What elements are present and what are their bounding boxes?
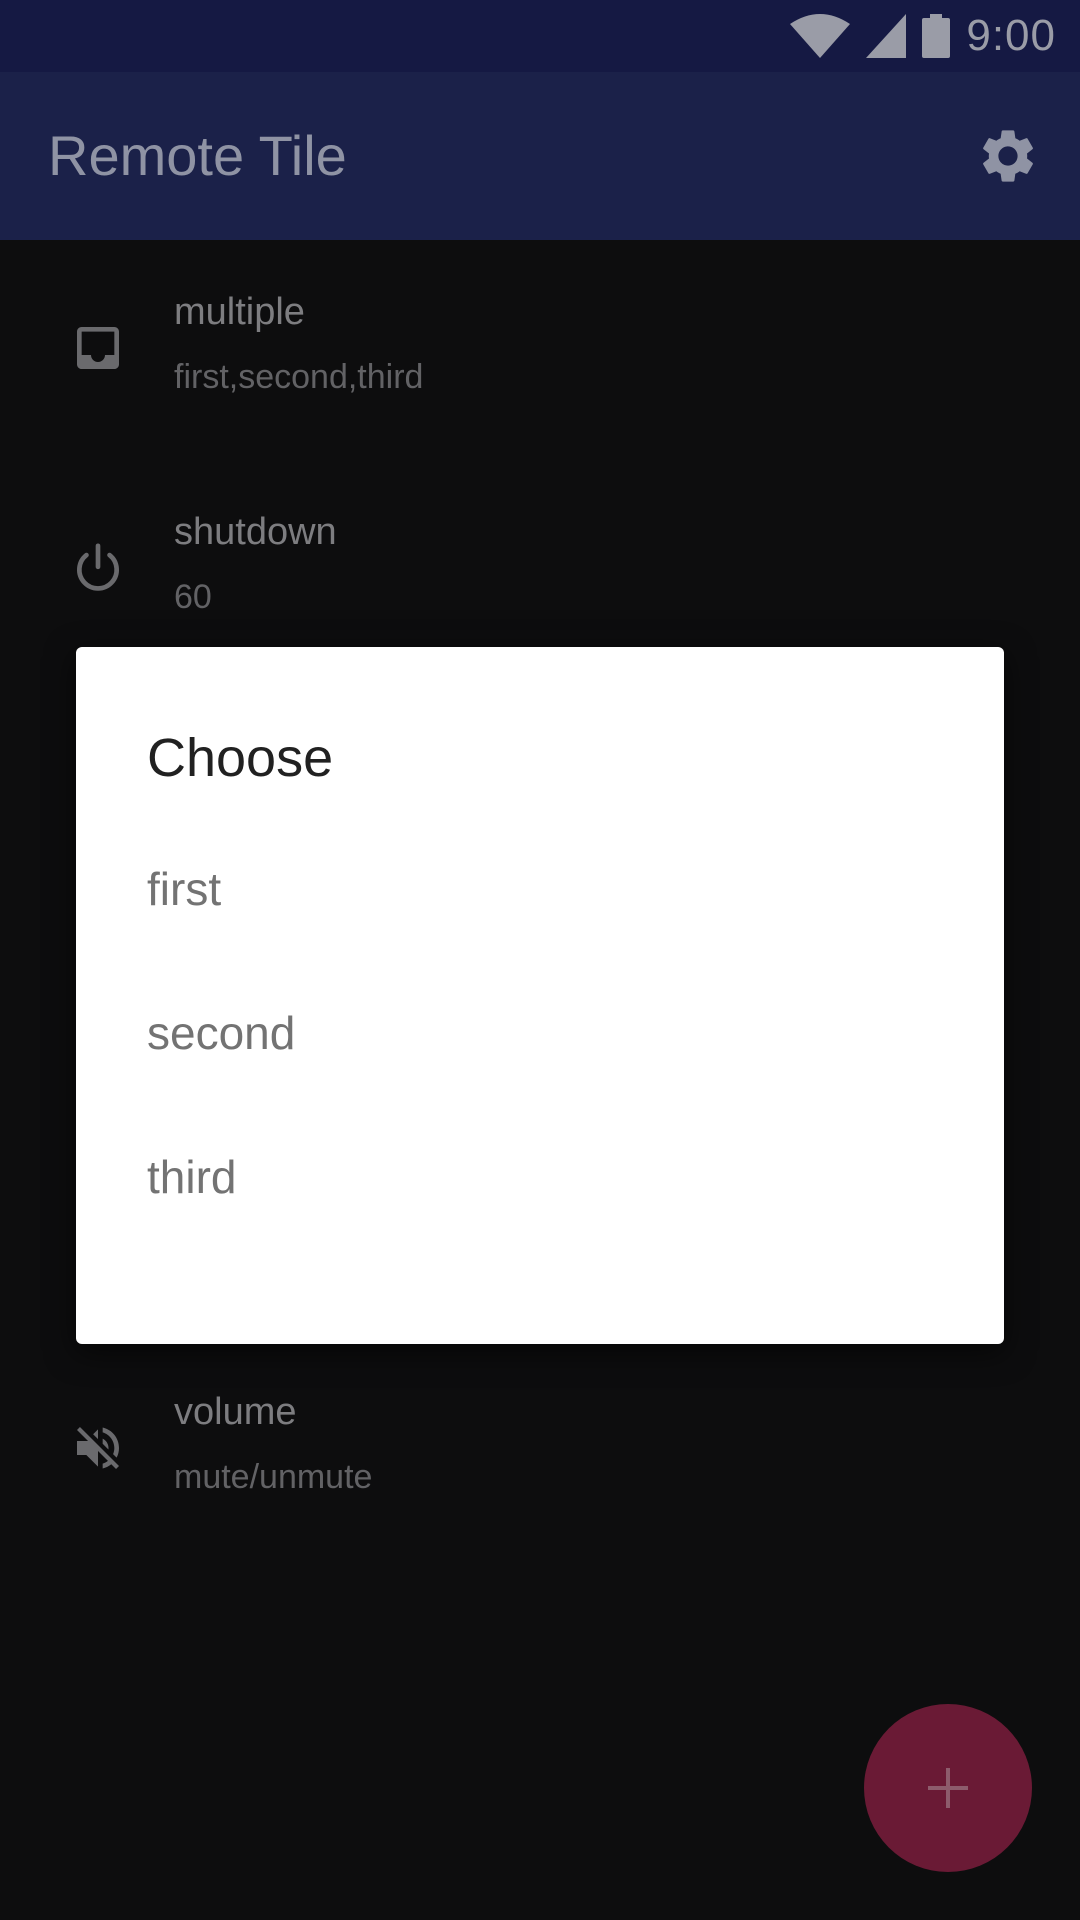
tile-title: shutdown	[174, 511, 337, 553]
volume-off-icon	[77, 1427, 119, 1469]
dialog-option-first[interactable]: first	[76, 815, 1004, 959]
power-icon	[77, 543, 119, 591]
app-bar: Remote Tile	[0, 72, 1080, 240]
status-time: 9:00	[966, 11, 1056, 60]
gear-icon[interactable]	[976, 124, 1040, 188]
inbox-tray-icon	[77, 327, 119, 369]
status-bar: 9:00	[0, 0, 1080, 72]
battery-icon	[922, 14, 951, 58]
dialog-option-label: first	[147, 863, 222, 915]
tile-subtitle: 60	[174, 578, 212, 616]
tile-title: volume	[174, 1391, 297, 1433]
dialog-option-label: second	[147, 1007, 296, 1059]
add-tile-button[interactable]	[864, 1704, 1032, 1872]
dialog-option-second[interactable]: second	[76, 959, 1004, 1103]
choose-dialog: Choose first second third	[76, 647, 1004, 1344]
list-item[interactable]: volume mute/unmute	[0, 1340, 1080, 1560]
tile-subtitle: first,second,third	[174, 358, 424, 396]
status-icons: 9:00	[790, 0, 1056, 72]
plus-icon	[928, 1768, 968, 1808]
tile-subtitle: mute/unmute	[174, 1458, 373, 1496]
wifi-icon	[790, 14, 851, 58]
list-item[interactable]: multiple first,second,third	[0, 240, 1080, 460]
dialog-option-label: third	[147, 1151, 237, 1203]
tile-title: multiple	[174, 291, 305, 333]
app-title: Remote Tile	[48, 124, 347, 187]
dialog-title: Choose	[147, 728, 334, 788]
cell-signal-icon	[866, 14, 907, 58]
dialog-option-third[interactable]: third	[76, 1103, 1004, 1247]
